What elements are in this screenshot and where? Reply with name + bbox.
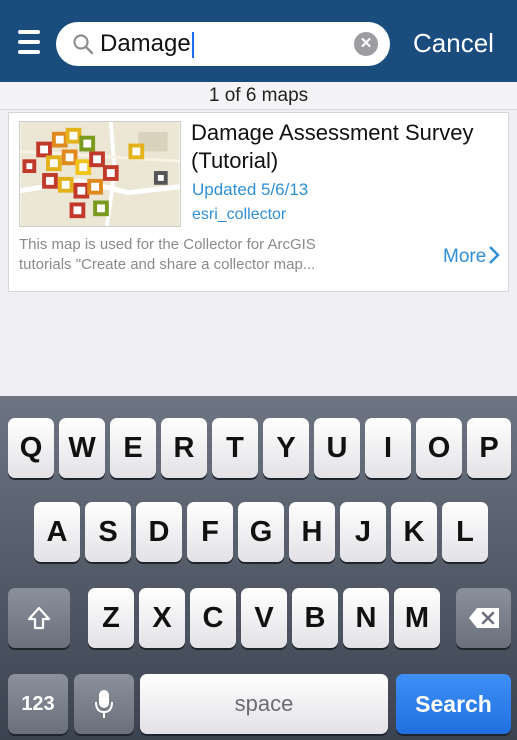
key-m[interactable]: M	[394, 588, 440, 648]
map-owner[interactable]: esri_collector	[192, 206, 286, 224]
more-button[interactable]: More	[443, 245, 501, 268]
key-u[interactable]: U	[314, 418, 360, 478]
chevron-right-icon	[489, 246, 501, 264]
cancel-button[interactable]: Cancel	[413, 28, 494, 59]
search-input[interactable]: Damage	[100, 30, 194, 58]
key-t[interactable]: T	[212, 418, 258, 478]
shift-key[interactable]	[8, 588, 70, 648]
key-j[interactable]: J	[340, 502, 386, 562]
key-p[interactable]: P	[467, 418, 511, 478]
key-f[interactable]: F	[187, 502, 233, 562]
key-q[interactable]: Q	[8, 418, 54, 478]
key-n[interactable]: N	[343, 588, 389, 648]
key-z[interactable]: Z	[88, 588, 134, 648]
shift-icon	[27, 606, 51, 630]
numbers-key[interactable]: 123	[8, 674, 68, 734]
map-description: This map is used for the Collector for A…	[19, 235, 413, 275]
search-key[interactable]: Search	[396, 674, 511, 734]
search-icon	[73, 34, 94, 55]
key-c[interactable]: C	[190, 588, 236, 648]
key-h[interactable]: H	[289, 502, 335, 562]
key-k[interactable]: K	[391, 502, 437, 562]
key-g[interactable]: G	[238, 502, 284, 562]
dictation-key[interactable]	[74, 674, 134, 734]
key-x[interactable]: X	[139, 588, 185, 648]
key-d[interactable]: D	[136, 502, 182, 562]
map-title: Damage Assessment Survey (Tutorial)	[191, 120, 474, 173]
key-a[interactable]: A	[34, 502, 80, 562]
key-b[interactable]: B	[292, 588, 338, 648]
map-updated-date: Updated 5/6/13	[192, 180, 309, 199]
onscreen-keyboard: Q W E R T Y U I O P A S D F G H J K L Z …	[0, 396, 517, 740]
space-key[interactable]: space	[140, 674, 388, 734]
result-count: 1 of 6 maps	[0, 82, 517, 110]
key-l[interactable]: L	[442, 502, 488, 562]
menu-icon[interactable]	[18, 30, 40, 54]
key-s[interactable]: S	[85, 502, 131, 562]
top-nav-bar: Damage ✕ Cancel	[0, 0, 517, 82]
key-y[interactable]: Y	[263, 418, 309, 478]
text-caret	[191, 31, 194, 58]
key-w[interactable]: W	[59, 418, 105, 478]
key-v[interactable]: V	[241, 588, 287, 648]
clear-icon[interactable]: ✕	[354, 32, 378, 56]
description-line: This map is used for the Collector for A…	[19, 236, 316, 253]
more-label: More	[443, 246, 487, 267]
key-o[interactable]: O	[416, 418, 462, 478]
map-thumbnail	[19, 121, 181, 227]
search-query: Damage	[100, 30, 191, 57]
key-i[interactable]: I	[365, 418, 411, 478]
map-result-item[interactable]: Damage Assessment Survey (Tutorial) Upda…	[8, 112, 509, 292]
key-e[interactable]: E	[110, 418, 156, 478]
delete-key[interactable]	[456, 588, 511, 648]
search-field[interactable]: Damage ✕	[56, 22, 390, 66]
backspace-icon	[468, 608, 499, 628]
description-line: tutorials "Create and share a collector …	[19, 256, 316, 273]
key-r[interactable]: R	[161, 418, 207, 478]
microphone-icon	[95, 690, 113, 718]
